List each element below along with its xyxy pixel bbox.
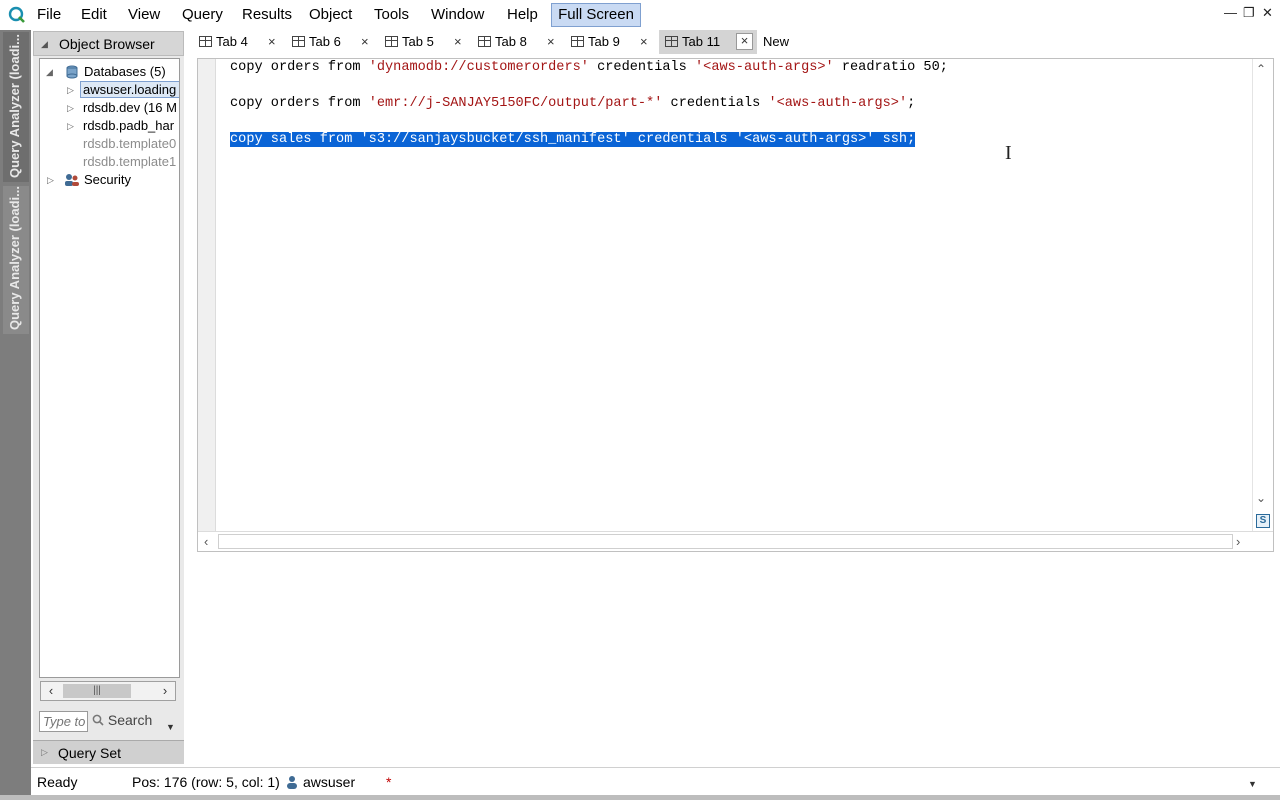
editor-hscrollbar[interactable]: ‹ › (198, 531, 1273, 551)
tree-item-security[interactable]: ▷ Security (40, 171, 179, 189)
close-tab-icon[interactable]: × (547, 34, 555, 49)
menu-results[interactable]: Results (242, 6, 292, 23)
table-icon (385, 36, 398, 47)
tab-8[interactable]: Tab 8 × (472, 30, 564, 54)
expand-icon[interactable]: ▷ (67, 103, 74, 114)
code-line-3-selected: copy sales from 's3://sanjaysbucket/ssh_… (230, 132, 916, 147)
search-options-icon[interactable]: ▼ (166, 722, 175, 732)
editor-vscrollbar[interactable]: ⌃ ⌄ (1252, 59, 1273, 531)
tab-5[interactable]: Tab 5 × (379, 30, 471, 54)
code-line-2: copy orders from 'emr://j-SANJAY5150FC/o… (230, 96, 916, 111)
status-user: awsuser (303, 774, 356, 790)
menu-object[interactable]: Object (309, 6, 352, 23)
menu-tools[interactable]: Tools (374, 6, 409, 23)
scroll-thumb[interactable]: ||| (63, 684, 131, 698)
search-button[interactable]: Search (92, 712, 152, 732)
fullscreen-button[interactable]: Full Screen (551, 3, 641, 27)
menu-query[interactable]: Query (182, 6, 223, 23)
object-browser-title: Object Browser (59, 36, 155, 52)
object-browser-header[interactable]: ◢ Object Browser (33, 31, 184, 56)
window-bottom-edge (0, 795, 1280, 800)
status-bar: Ready Pos: 176 (row: 5, col: 1) awsuser … (31, 767, 1280, 795)
menu-edit[interactable]: Edit (81, 6, 107, 23)
side-tab-query-analyzer-2[interactable]: Query Analyzer (loadi... (3, 186, 29, 334)
sql-format-icon[interactable]: S (1256, 514, 1270, 528)
scroll-down-icon[interactable]: ⌄ (1256, 491, 1266, 505)
side-tab-query-analyzer-1[interactable]: Query Analyzer (loadi... (3, 32, 29, 182)
query-set-header[interactable]: ▷ Query Set (33, 740, 184, 764)
code-line-1: copy orders from 'dynamodb://customerord… (230, 60, 948, 75)
side-tab-strip: Query Analyzer (loadi... Query Analyzer … (0, 30, 31, 800)
tab-11[interactable]: Tab 11 × (659, 30, 757, 54)
editor-gutter (198, 59, 216, 531)
scroll-right-icon[interactable]: › (1236, 534, 1240, 549)
tree-item-databases[interactable]: ◢ Databases (5) (40, 63, 179, 81)
tree-item-awsuser-loading[interactable]: ▷ awsuser.loading (40, 81, 179, 99)
menu-view[interactable]: View (128, 6, 160, 23)
tree-item-rdsdb-padb[interactable]: ▷ rdsdb.padb_har (40, 117, 179, 135)
tab-4[interactable]: Tab 4 × (193, 30, 285, 54)
scroll-left-icon[interactable]: ‹ (204, 534, 208, 549)
status-state: Ready (37, 774, 78, 790)
table-icon (571, 36, 584, 47)
table-icon (478, 36, 491, 47)
object-search-input[interactable] (39, 711, 88, 732)
expand-icon[interactable]: ▷ (67, 121, 74, 132)
object-tree: ◢ Databases (5) ▷ awsuser.loading ▷ rdsd… (39, 58, 180, 678)
expand-icon[interactable]: ▷ (67, 85, 74, 96)
app-logo-icon (8, 6, 25, 23)
user-icon (287, 776, 297, 789)
search-icon (92, 714, 104, 726)
expand-icon[interactable]: ▷ (47, 175, 54, 186)
status-dropdown-icon[interactable]: ▼ (1248, 779, 1257, 789)
text-cursor-icon: I (1005, 142, 1012, 164)
table-icon (292, 36, 305, 47)
menu-help[interactable]: Help (507, 6, 538, 23)
restore-icon[interactable]: ❐ (1243, 5, 1255, 21)
minimize-icon[interactable]: — (1224, 5, 1237, 20)
users-icon (65, 174, 79, 186)
scroll-right-icon[interactable]: › (155, 682, 175, 700)
collapse-icon[interactable]: ◢ (41, 39, 48, 50)
tab-6[interactable]: Tab 6 × (286, 30, 378, 54)
scroll-left-icon[interactable]: ‹ (41, 682, 61, 700)
close-tab-icon[interactable]: × (268, 34, 276, 49)
object-tree-hscrollbar[interactable]: ‹ ||| › (40, 681, 176, 701)
menu-window[interactable]: Window (431, 6, 484, 23)
search-label: Search (107, 712, 153, 728)
status-modified-indicator: * (386, 774, 392, 790)
table-icon (199, 36, 212, 47)
status-position: Pos: 176 (row: 5, col: 1) (132, 774, 280, 790)
tab-9[interactable]: Tab 9 × (565, 30, 657, 54)
close-window-icon[interactable]: ✕ (1262, 5, 1273, 21)
sql-editor[interactable]: copy orders from 'dynamodb://customerord… (197, 58, 1274, 552)
database-icon (66, 65, 78, 79)
close-tab-icon[interactable]: × (640, 34, 648, 49)
editor-tab-bar: Tab 4 × Tab 6 × Tab 5 × Tab 8 × Tab 9 × … (193, 30, 1280, 54)
scroll-track[interactable] (218, 534, 1233, 549)
close-tab-icon[interactable]: × (454, 34, 462, 49)
tree-item-rdsdb-template0[interactable]: rdsdb.template0 (40, 135, 179, 153)
scroll-up-icon[interactable]: ⌃ (1256, 62, 1266, 76)
expanded-icon[interactable]: ◢ (46, 67, 53, 78)
table-icon (665, 36, 678, 47)
query-set-title: Query Set (58, 745, 122, 761)
tree-item-rdsdb-dev[interactable]: ▷ rdsdb.dev (16 M (40, 99, 179, 117)
expand-icon[interactable]: ▷ (41, 747, 48, 758)
tree-item-rdsdb-template1[interactable]: rdsdb.template1 (40, 153, 179, 171)
menu-file[interactable]: File (37, 6, 61, 23)
close-tab-icon[interactable]: × (736, 33, 753, 50)
menu-bar: File Edit View Query Results Object Tool… (0, 0, 1280, 30)
close-tab-icon[interactable]: × (361, 34, 369, 49)
new-tab-button[interactable]: New (759, 30, 809, 54)
